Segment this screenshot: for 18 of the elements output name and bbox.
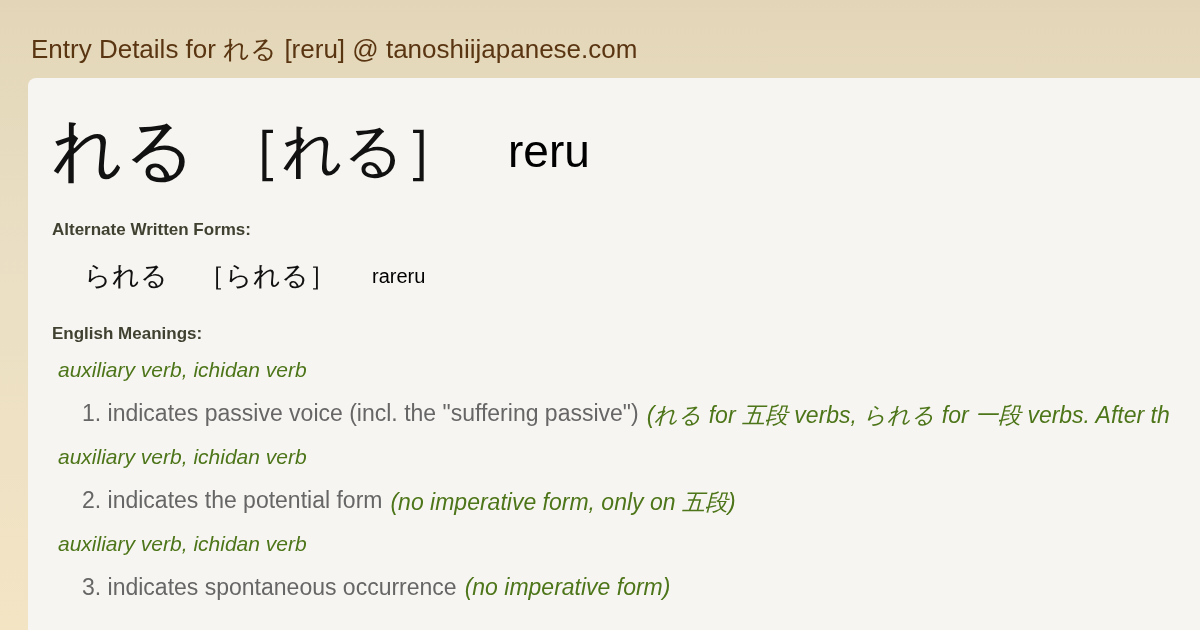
- entry-word: れる: [52, 108, 196, 193]
- part-of-speech: auxiliary verb, ichidan verb: [58, 445, 308, 469]
- part-of-speech: auxiliary verb, ichidan verb: [58, 358, 308, 382]
- usage-note: (れる for 五段 verbs, られる for 一段 verbs. After th: [646, 401, 1170, 430]
- meaning-text: 3. indicates spontaneous occurrence: [82, 574, 457, 601]
- section-heading: English Meanings:: [52, 324, 204, 344]
- alternate-romaji: rareru: [372, 264, 426, 288]
- meaning-text: 1. indicates passive voice (incl. the "suffering passive"): [82, 400, 639, 428]
- part-of-speech: auxiliary verb, ichidan verb: [58, 532, 308, 556]
- alternate-reading: ［られる］: [198, 259, 336, 293]
- entry-reading: ［れる］: [222, 113, 464, 187]
- usage-note: (no imperative form, only on 五段): [390, 488, 736, 517]
- usage-note: (no imperative form): [464, 574, 671, 601]
- alternate-word: られる: [84, 259, 168, 293]
- page-title: Entry Details for れる [reru] @ tanoshiijapanese.com: [30, 33, 639, 66]
- section-heading: Alternate Written Forms:: [52, 220, 252, 240]
- meaning-text: 2. indicates the potential form: [82, 487, 383, 515]
- entry-romaji: reru: [508, 124, 590, 178]
